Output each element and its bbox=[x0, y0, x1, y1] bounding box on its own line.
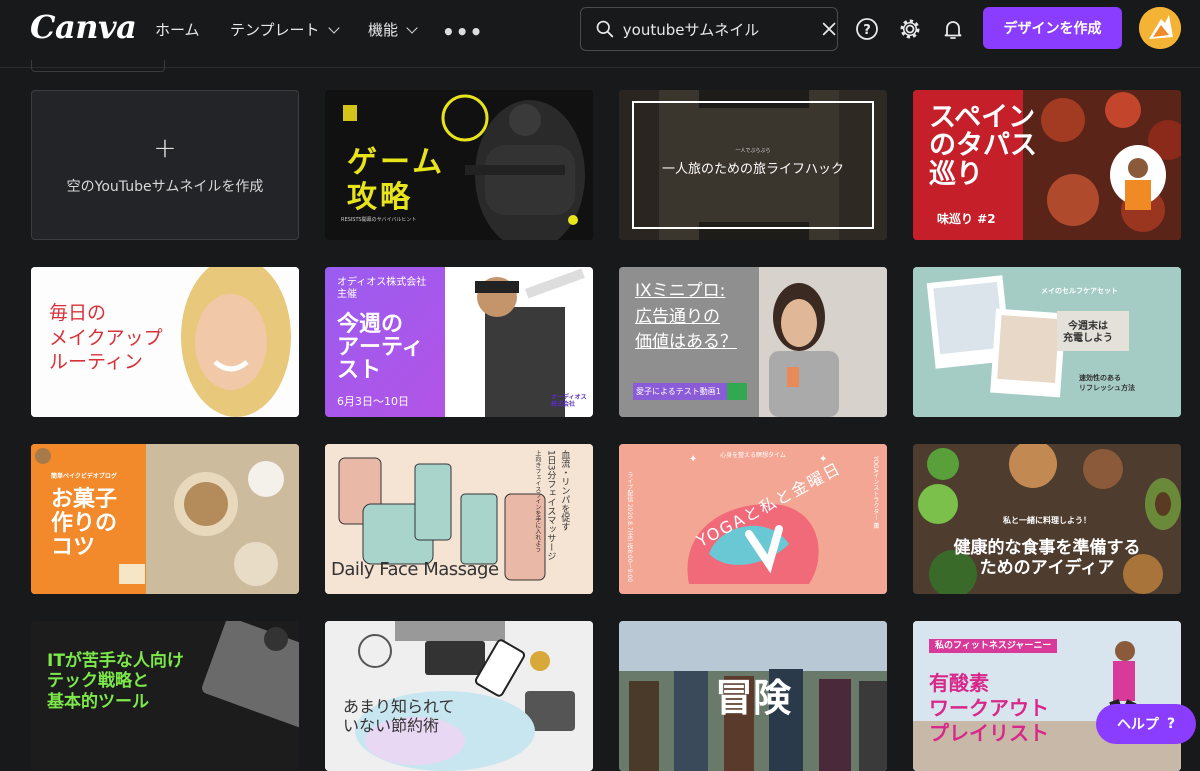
template-card-artist[interactable]: オディオス株式会社 主催 今週の アーティ スト 6月3日〜10日 オーディオス… bbox=[325, 267, 593, 417]
template-card-saving[interactable]: あまり知られて いない節約術 bbox=[325, 621, 593, 771]
template-card-sweets[interactable]: 簡単ベイクビデオブログ お菓子 作りの コツ bbox=[31, 444, 299, 594]
filter-button-stub[interactable] bbox=[31, 60, 165, 72]
template-card-minipro[interactable]: IXミニプロ: 広告通りの 価値はある？ 愛子によるテスト動画1 bbox=[619, 267, 887, 417]
fitness-small: 私のフィットネスジャーニー bbox=[929, 639, 1058, 654]
nav-templates-label: テンプレート bbox=[230, 21, 320, 39]
game-caption: RESISTS開幕のサバイバルヒント bbox=[341, 217, 417, 223]
yoga-top: 心身を整える瞑想タイム bbox=[720, 452, 786, 459]
svg-text:?: ? bbox=[863, 23, 871, 38]
massage-vertical-2: 1日3分フェイスマッサージ bbox=[545, 450, 556, 561]
template-card-massage[interactable]: Daily Face Massage 血流・リンパを促す 1日3分フェイスマッサ… bbox=[325, 444, 593, 594]
nav-home-label: ホーム bbox=[155, 21, 200, 39]
top-bar: Canva ホーム テンプレート 機能 ••• ? デザインを作成 bbox=[0, 0, 1200, 68]
avatar[interactable] bbox=[1139, 7, 1181, 49]
more-icon[interactable]: ••• bbox=[442, 20, 483, 44]
search-input[interactable] bbox=[622, 20, 793, 38]
artist-tag: オーディオス 株式会社 bbox=[551, 394, 587, 408]
nav-templates[interactable]: テンプレート bbox=[230, 19, 340, 40]
minipro-title: IXミニプロ: 広告通りの 価値はある？ bbox=[635, 281, 737, 352]
help-button[interactable]: ヘルプ ? bbox=[1096, 704, 1196, 744]
search-box[interactable] bbox=[580, 7, 838, 51]
selfcare-small: メイのセルフケアセット bbox=[1041, 287, 1118, 295]
massage-title: Daily Face Massage bbox=[331, 559, 499, 580]
yoga-left: ライブ配信 2020.8.7(金) 夜8:00〜9:00 bbox=[625, 472, 633, 583]
clear-search-icon[interactable] bbox=[821, 20, 837, 38]
gear-icon[interactable] bbox=[897, 16, 923, 42]
it-title: ITが苦手な人向け テック戦略と 基本的ツール bbox=[47, 651, 184, 712]
question-icon: ? bbox=[1166, 716, 1176, 732]
help-label: ヘルプ bbox=[1116, 717, 1159, 733]
travel-title: 一人旅のための旅ライフハック bbox=[661, 162, 844, 177]
sweets-small: 簡単ベイクビデオブログ bbox=[51, 473, 117, 480]
plus-icon: + bbox=[153, 131, 177, 164]
template-card-makeup[interactable]: 毎日の メイクアップ ルーティン bbox=[31, 267, 299, 417]
create-blank-label: 空のYouTubeサムネイルを作成 bbox=[66, 179, 264, 195]
chevron-down-icon bbox=[327, 21, 340, 34]
fitness-title: 有酸素 ワークアウト プレイリスト bbox=[929, 671, 1049, 745]
makeup-title: 毎日の メイクアップ ルーティン bbox=[49, 302, 163, 374]
spain-sub: 味巡り #2 bbox=[937, 212, 996, 226]
template-card-spain[interactable]: スペイン のタパス 巡り 味巡り #2 bbox=[913, 90, 1181, 240]
template-card-yoga[interactable]: ✦ ✦ 心身を整える瞑想タイム YOGAと私と金曜日 ライブ配信 2020.8.… bbox=[619, 444, 887, 594]
yoga-right: YOGAインストラクター 薫 bbox=[871, 456, 879, 529]
help-circle-icon[interactable]: ? bbox=[854, 16, 880, 42]
travel-small: 一人でぶらぶら bbox=[735, 148, 771, 154]
create-design-button[interactable]: デザインを作成 bbox=[983, 7, 1122, 49]
chevron-down-icon bbox=[406, 21, 418, 34]
bell-icon[interactable] bbox=[940, 16, 966, 42]
nav-features-label: 機能 bbox=[368, 21, 399, 39]
template-card-game[interactable]: ゲーム 攻略 RESISTS開幕のサバイバルヒント bbox=[325, 90, 593, 240]
template-card-adventure[interactable]: 冒険 bbox=[619, 621, 887, 771]
food-title: 健康的な食事を準備する ためのアイディア bbox=[953, 538, 1141, 579]
template-card-fitness[interactable]: 私のフィットネスジャーニー 有酸素 ワークアウト プレイリスト bbox=[913, 621, 1181, 771]
template-card-food[interactable]: 私と一緒に料理しよう！ 健康的な食事を準備する ためのアイディア bbox=[913, 444, 1181, 594]
sweets-title: お菓子 作りの コツ bbox=[51, 487, 118, 561]
massage-vertical-1: 血流・リンパを促す bbox=[559, 450, 570, 531]
food-small: 私と一緒に料理しよう！ bbox=[1003, 516, 1091, 525]
massage-vertical-3: 上向きフェイスラインを手に入れよう bbox=[533, 450, 541, 552]
template-card-travel[interactable]: 一人でぶらぶら 一人旅のための旅ライフハック bbox=[619, 90, 887, 240]
nav-home[interactable]: ホーム bbox=[155, 19, 200, 40]
adventure-title: 冒険 bbox=[714, 676, 791, 720]
artist-title: 今週の アーティ スト bbox=[337, 312, 424, 384]
search-icon bbox=[596, 20, 614, 38]
artist-date: 6月3日〜10日 bbox=[337, 395, 409, 408]
template-card-selfcare[interactable]: メイのセルフケアセット 今週末は 充電しよう 速効性のある リフレッシュ方法 bbox=[913, 267, 1181, 417]
artist-org: オディオス株式会社 主催 bbox=[337, 277, 427, 300]
template-card-it[interactable]: ITが苦手な人向け テック戦略と 基本的ツール bbox=[31, 621, 299, 771]
selfcare-note: 今週末は 充電しよう bbox=[1063, 321, 1113, 344]
create-blank-card[interactable]: + 空のYouTubeサムネイルを作成 bbox=[31, 90, 299, 240]
canva-logo[interactable]: Canva bbox=[30, 8, 137, 46]
desk-items-graphic bbox=[325, 621, 593, 771]
spain-title: スペイン のタパス 巡り bbox=[929, 102, 1037, 190]
selfcare-sub: 速効性のある リフレッシュ方法 bbox=[1079, 374, 1135, 392]
minipro-tag: 愛子によるテスト動画1 bbox=[633, 383, 727, 400]
game-title: ゲーム 攻略 bbox=[347, 145, 446, 215]
saving-title: あまり知られて いない節約術 bbox=[343, 697, 455, 736]
nav-features[interactable]: 機能 bbox=[368, 19, 418, 40]
